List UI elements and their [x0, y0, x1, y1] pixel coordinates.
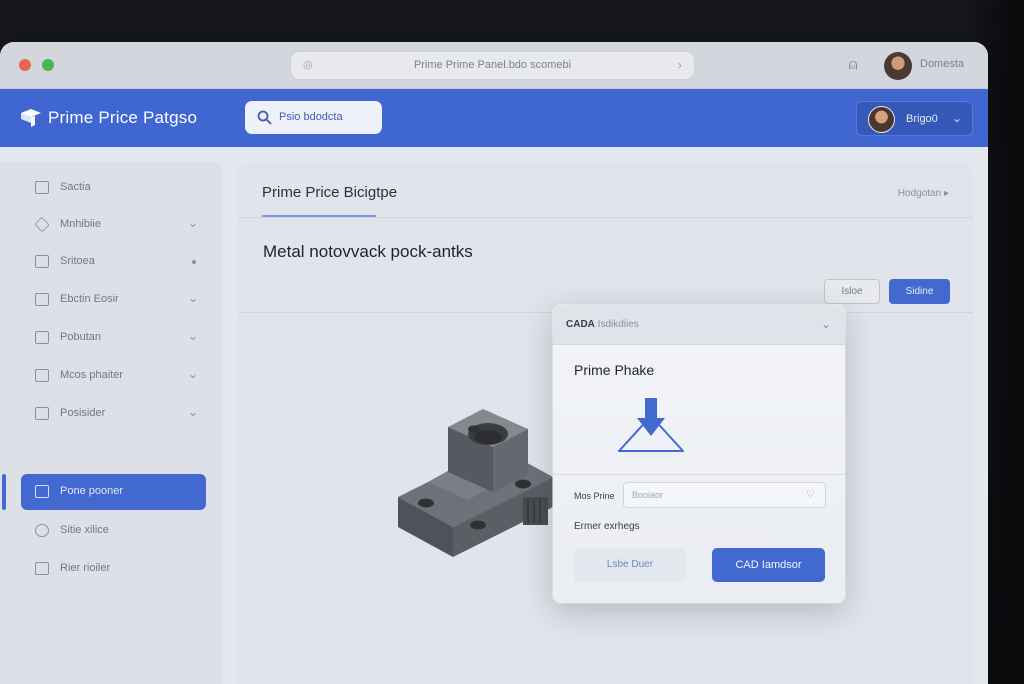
page-title: Prime Price Bicigtpe	[262, 184, 398, 201]
close-window-button[interactable]	[19, 59, 31, 71]
sidebar-item-6[interactable]: Posisider ⌄	[21, 396, 206, 432]
sidebar-item-label: Sactia	[60, 181, 91, 193]
account-menu[interactable]: Brigo0 ⌄	[856, 101, 973, 136]
chevron-down-icon: ⌄	[187, 405, 198, 419]
browser-window: ◎ Prime Prime Panel.bdo scomebi › ⍝ Dome…	[0, 42, 988, 684]
cancel-button[interactable]: Lsbe Duer	[574, 548, 686, 582]
sidebar-item-4[interactable]: Pobutan ⌄	[21, 320, 206, 356]
sidebar-item-7[interactable]: Pone pooner	[21, 474, 206, 510]
address-bar-text: Prime Prime Panel.bdo scomebi	[413, 59, 572, 71]
active-indicator	[2, 474, 6, 510]
sidebar-item-label: Sritoea	[60, 255, 95, 267]
site-info-icon: ◎	[303, 59, 313, 71]
chevron-down-icon[interactable]: ⌄	[821, 317, 831, 331]
hint-text: Ermer exrhegs	[574, 521, 640, 532]
circle-icon	[35, 524, 49, 537]
upload-icon[interactable]	[616, 396, 686, 456]
logo-icon	[21, 109, 41, 127]
maximize-window-button[interactable]	[42, 59, 54, 71]
sidebar-item-label: Pobutan	[60, 331, 101, 343]
field-label: Mos Prine	[574, 491, 615, 501]
sidebar-item-label: Pone pooner	[60, 485, 123, 497]
search-input[interactable]: Psio bdodcta	[245, 101, 382, 134]
sidebar-item-3[interactable]: Ebctin Eosir ⌄	[21, 282, 206, 318]
dialog-header[interactable]: CADA Isdikdiies ⌄	[553, 305, 845, 345]
sidebar-item-9[interactable]: Rier rioiler	[21, 551, 206, 587]
sidebar-item-5[interactable]: Mcos phaiter ⌄	[21, 358, 206, 394]
heart-icon: ♡	[806, 489, 815, 500]
bell-icon[interactable]: ⍝	[844, 54, 862, 76]
calendar-icon	[35, 369, 49, 382]
chevron-down-icon: ⌄	[952, 111, 963, 125]
chevron-right-icon[interactable]: ›	[678, 52, 682, 79]
header-link[interactable]: Hodgotan ▸	[898, 188, 949, 199]
sidebar-item-label: Posisider	[60, 407, 106, 419]
divider	[553, 474, 845, 475]
sidebar-item-0[interactable]: Sactia	[21, 170, 206, 206]
chevron-down-icon: ⌄	[187, 329, 198, 343]
browser-titlebar: ◎ Prime Prime Panel.bdo scomebi › ⍝ Dome…	[0, 42, 988, 89]
search-placeholder: Psio bdodcta	[279, 111, 343, 123]
brand-name[interactable]: Prime Price Patgso	[48, 108, 197, 128]
sidebar-item-8[interactable]: Sitie xilice	[21, 513, 206, 549]
divider	[238, 217, 973, 218]
home-icon	[35, 181, 49, 194]
product-title: Metal notovvack pock-antks	[263, 242, 473, 261]
secondary-button[interactable]: Isloe	[824, 279, 880, 304]
chevron-down-icon: ⌄	[187, 367, 198, 381]
upload-dialog: CADA Isdikdiies ⌄ Prime Phake Mos Prine …	[553, 305, 845, 603]
material-input-placeholder: Booiaor	[632, 490, 664, 500]
sidebar-item-label: Mcos phaiter	[60, 369, 123, 381]
list-icon	[35, 331, 49, 344]
dialog-header-light: Isdikdiies	[597, 319, 639, 330]
sidebar-item-label: Rier rioiler	[60, 562, 111, 574]
layer-icon	[35, 485, 49, 498]
browser-user-name: Domesta	[920, 58, 965, 70]
box-icon	[35, 407, 49, 420]
dialog-title: Prime Phake	[574, 362, 655, 378]
material-input[interactable]: Booiaor ♡	[623, 482, 826, 508]
avatar	[868, 106, 895, 133]
sidebar-item-1[interactable]: Mnhibiie ⌄	[21, 207, 206, 243]
chevron-down-icon: ⌄	[187, 216, 198, 230]
tag-icon	[34, 216, 50, 233]
dot-indicator	[192, 260, 196, 264]
search-icon	[257, 110, 272, 125]
sidebar-item-label: Ebctin Eosir	[60, 293, 119, 305]
browser-avatar[interactable]	[884, 52, 912, 80]
file-icon	[35, 562, 49, 575]
sidebar: Sactia Mnhibiie ⌄ Sritoea Ebctin Eosir ⌄…	[0, 162, 223, 684]
upload-cad-button[interactable]: CAD Iamdsor	[712, 548, 825, 582]
chevron-down-icon: ⌄	[187, 291, 198, 305]
card-icon	[35, 293, 49, 306]
sidebar-item-2[interactable]: Sritoea	[21, 244, 206, 280]
sidebar-item-label: Sitie xilice	[60, 524, 109, 536]
app-header: Prime Price Patgso Psio bdodcta Brigo0 ⌄	[0, 89, 988, 147]
address-bar[interactable]: ◎ Prime Prime Panel.bdo scomebi ›	[290, 51, 695, 80]
dialog-header-text: CADA Isdikdiies	[566, 319, 639, 330]
account-name: Brigo0	[906, 113, 938, 125]
primary-button[interactable]: Sidine	[889, 279, 950, 304]
grid-icon	[35, 255, 49, 268]
sidebar-item-label: Mnhibiie	[60, 218, 101, 230]
dialog-header-bold: CADA	[566, 319, 595, 330]
header-link-label: Hodgotan	[897, 188, 942, 199]
cad-part-preview	[398, 409, 553, 557]
